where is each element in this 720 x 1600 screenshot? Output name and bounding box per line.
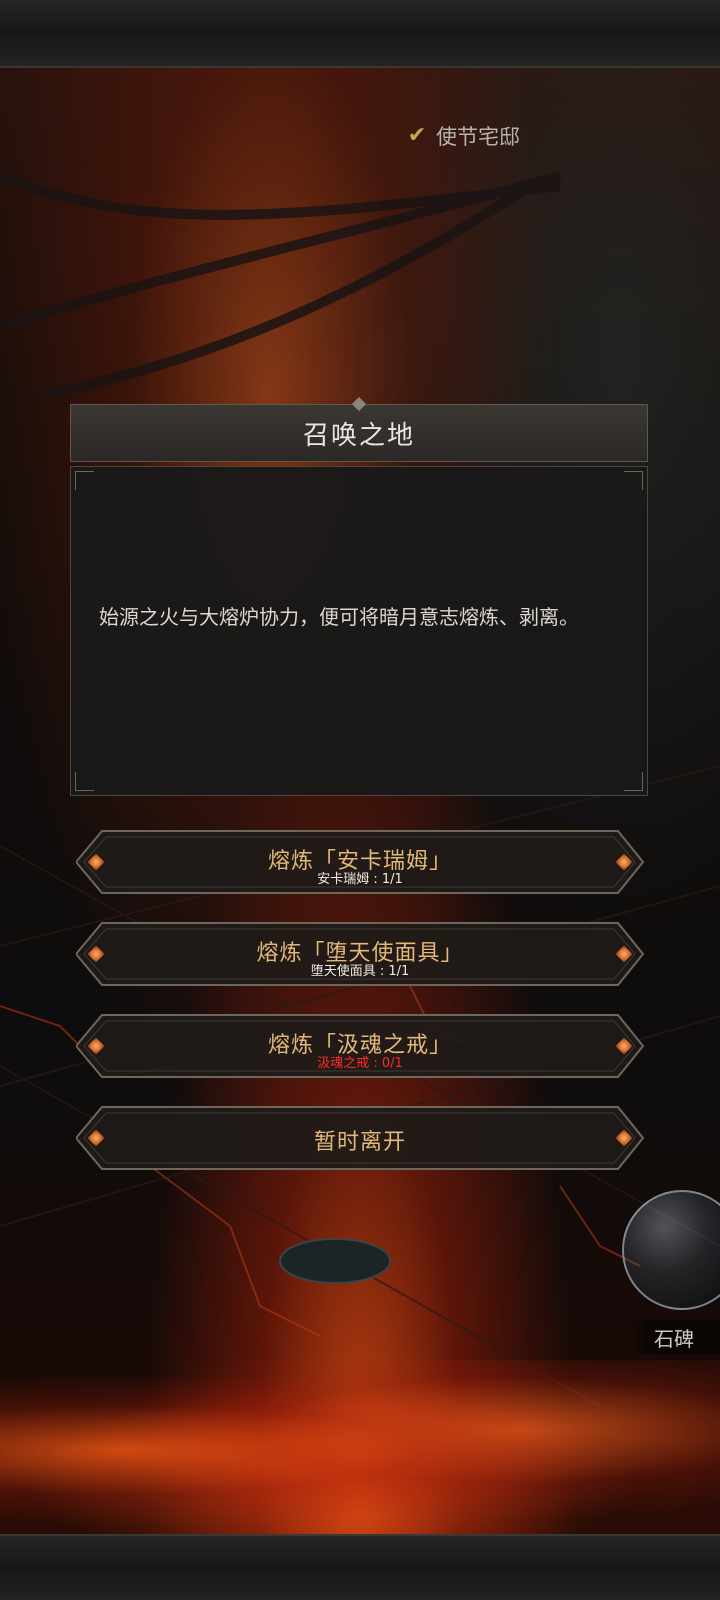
game-screen: ✔ 使节宅邸 召唤之地 始源之火与大熔炉协力，便可将暗月意志熔炼、剥离。 熔炼「… [0, 0, 720, 1600]
smelt-fallen-angel-mask-button[interactable]: 熔炼「堕天使面具」 堕天使面具 : 1/1 [76, 922, 644, 986]
corner-ornament [624, 772, 643, 791]
dialog-title-bar: 召唤之地 [70, 396, 648, 462]
location-label: 使节宅邸 [436, 125, 520, 149]
scene-decor [0, 171, 720, 1407]
smelt-soul-ring-button[interactable]: 熔炼「汲魂之戒」 汲魂之戒 : 0/1 [76, 1014, 644, 1078]
leave-button[interactable]: 暂时离开 [76, 1106, 644, 1170]
option-requirement: 堕天使面具 : 1/1 [310, 964, 410, 979]
floor-seal [279, 1238, 391, 1284]
smelt-ankarim-button[interactable]: 熔炼「安卡瑞姆」 安卡瑞姆 : 1/1 [76, 830, 644, 894]
scene-background [0, 66, 720, 1536]
dialog-panel: 始源之火与大熔炉协力，便可将暗月意志熔炼、剥离。 [70, 466, 648, 796]
corner-ornament [75, 471, 94, 490]
check-icon: ✔ [407, 123, 427, 148]
option-label: 熔炼「汲魂之戒」 [267, 1033, 452, 1058]
dialog-title: 召唤之地 [302, 420, 415, 451]
corner-ornament [624, 471, 643, 490]
top-frame [0, 0, 720, 68]
option-requirement: 安卡瑞姆 : 1/1 [317, 872, 403, 887]
option-label: 暂时离开 [313, 1130, 406, 1155]
corner-ornament [75, 772, 94, 791]
stele-label[interactable]: 石碑 [628, 1320, 720, 1354]
location-tag: ✔ 使节宅邸 [406, 118, 520, 154]
option-label: 熔炼「堕天使面具」 [256, 941, 464, 966]
lava-pool [0, 1360, 720, 1536]
option-label: 熔炼「安卡瑞姆」 [267, 849, 452, 874]
bottom-frame [0, 1534, 720, 1600]
dialog-text: 始源之火与大熔炉协力，便可将暗月意志熔炼、剥离。 [99, 605, 579, 629]
option-requirement: 汲魂之戒 : 0/1 [317, 1056, 403, 1071]
